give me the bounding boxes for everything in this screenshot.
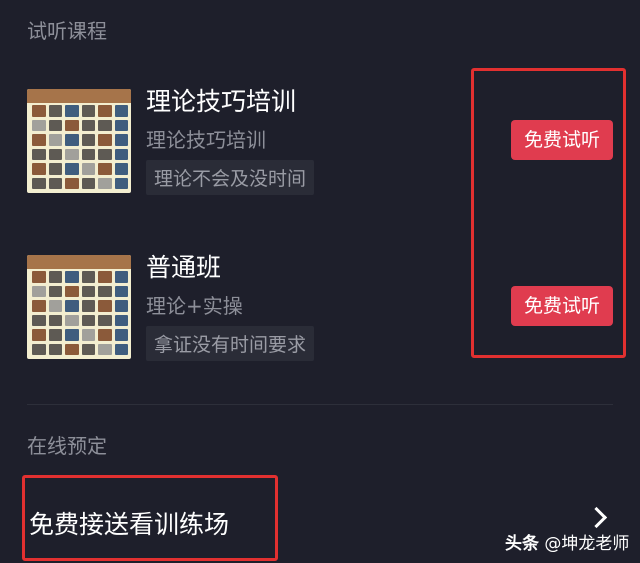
course-name: 理论技巧培训 <box>146 87 297 116</box>
course-thumbnail <box>27 89 131 193</box>
booking-section-title: 在线预定 <box>27 434 107 458</box>
course-tag: 理论不会及没时间 <box>146 160 315 195</box>
course-name: 普通班 <box>146 253 222 282</box>
trial-section-title: 试听课程 <box>27 19 107 43</box>
highlight-box-trial-buttons <box>471 68 626 358</box>
watermark-brand: 头条 <box>505 534 539 554</box>
highlight-box-shuttle-link <box>22 475 278 561</box>
watermark-handle: @坤龙老师 <box>544 534 630 554</box>
section-divider <box>27 404 613 405</box>
watermark: 头条 @坤龙老师 <box>505 529 629 554</box>
course-subtitle: 理论+实操 <box>146 294 243 318</box>
course-tag: 拿证没有时间要求 <box>146 326 315 361</box>
chevron-right-icon[interactable] <box>585 506 608 529</box>
course-subtitle: 理论技巧培训 <box>146 128 266 152</box>
course-thumbnail <box>27 255 131 359</box>
